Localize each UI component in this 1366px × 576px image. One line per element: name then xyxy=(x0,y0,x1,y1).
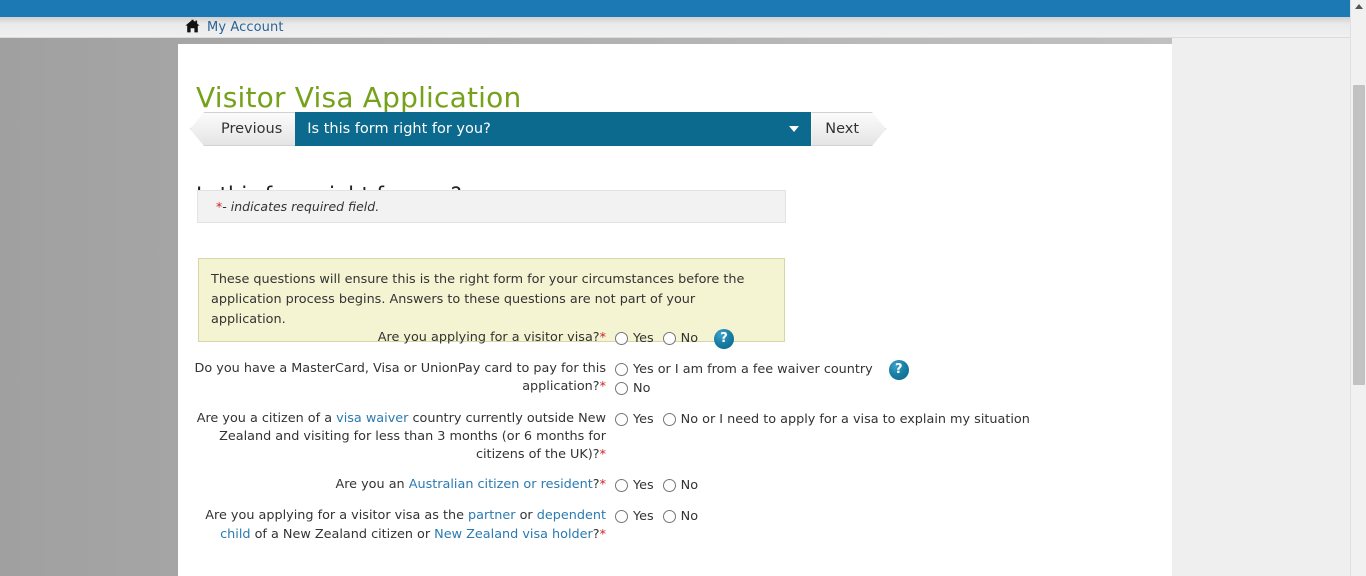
radio-option[interactable]: Yes or I am from a fee waiver country xyxy=(615,362,873,377)
required-field-note: * - indicates required field. xyxy=(197,190,786,223)
question-row: Are you a citizen of a visa waiver count… xyxy=(178,409,1172,464)
questions-form: Are you applying for a visitor visa?* Yes… xyxy=(178,328,1172,555)
inline-help-link[interactable]: New Zealand visa holder xyxy=(434,527,593,542)
radio-option-label[interactable]: No or I need to apply for a visa to expl… xyxy=(681,412,1030,427)
radio-option[interactable]: No xyxy=(662,331,698,346)
question-options: Yes No or I need to apply for a visa to e… xyxy=(606,409,1039,429)
question-options: Yes No xyxy=(606,506,707,526)
help-icon[interactable]: ? xyxy=(888,359,909,380)
radio-option-label[interactable]: No xyxy=(681,331,698,346)
step-select[interactable]: Is this form right for you? xyxy=(295,112,812,146)
next-button-label: Next xyxy=(825,121,860,137)
inline-help-link[interactable]: visa waiver xyxy=(336,411,408,426)
account-bar: My Account xyxy=(0,17,1350,38)
required-note-text: - indicates required field. xyxy=(222,199,380,214)
home-icon xyxy=(185,18,200,37)
option-line: No xyxy=(615,379,909,398)
question-label: Are you applying for a visitor visa?* xyxy=(377,330,606,345)
radio-visitor-visa-yes[interactable] xyxy=(615,332,628,345)
radio-option[interactable]: Yes xyxy=(615,478,654,493)
question-options: Yes or I am from a fee waiver country? No xyxy=(606,359,909,398)
radio-partner-dependent-yes[interactable] xyxy=(615,510,628,524)
next-button[interactable]: Next xyxy=(811,112,886,146)
step-select-value: Is this form right for you? xyxy=(307,121,491,137)
question-options: Yes No xyxy=(606,475,707,495)
radio-option-label[interactable]: Yes xyxy=(633,331,654,346)
option-line: Yes or I am from a fee waiver country? xyxy=(615,359,909,380)
option-line: Yes No xyxy=(615,476,707,495)
help-icon[interactable]: ? xyxy=(714,328,735,349)
radio-payment-card-yes[interactable] xyxy=(615,363,628,376)
radio-option-label[interactable]: No xyxy=(633,381,650,396)
required-asterisk: * xyxy=(599,526,606,542)
step-navigation: Previous Is this form right for you? Nex… xyxy=(190,112,886,146)
option-line: Yes No or I need to apply for a visa to e… xyxy=(615,410,1039,429)
question-label: Are you applying for a visitor visa as t… xyxy=(205,508,606,542)
scrollbar-thumb[interactable] xyxy=(1353,85,1365,385)
question-options: Yes No? xyxy=(606,328,735,349)
question-row: Are you applying for a visitor visa as t… xyxy=(178,506,1172,543)
radio-option[interactable]: No or I need to apply for a visa to expl… xyxy=(662,412,1030,427)
radio-visitor-visa-no[interactable] xyxy=(662,332,676,345)
radio-option-label[interactable]: No xyxy=(681,478,698,493)
radio-option-label[interactable]: No xyxy=(681,509,698,524)
radio-visa-waiver-no[interactable] xyxy=(662,413,676,426)
radio-option[interactable]: Yes xyxy=(615,412,654,427)
question-label: Are you a citizen of a visa waiver count… xyxy=(196,411,606,463)
inline-help-link[interactable]: partner xyxy=(468,508,516,523)
question-label: Do you have a MasterCard, Visa or UnionP… xyxy=(194,361,606,395)
required-asterisk: * xyxy=(599,447,606,463)
question-row: Are you an Australian citizen or residen… xyxy=(178,475,1172,495)
radio-option[interactable]: No xyxy=(662,478,698,493)
previous-button-label: Previous xyxy=(221,121,283,137)
scroll-up-arrow-icon[interactable] xyxy=(1354,4,1363,9)
page-title: Visitor Visa Application xyxy=(196,80,522,114)
top-brand-band xyxy=(0,0,1350,17)
radio-option[interactable]: Yes xyxy=(615,509,654,524)
previous-button[interactable]: Previous xyxy=(190,112,296,146)
page-scrollbar[interactable] xyxy=(1350,0,1366,576)
option-line: Yes No? xyxy=(615,328,735,349)
radio-australian-citizen-yes[interactable] xyxy=(615,479,628,493)
radio-option[interactable]: No xyxy=(662,509,698,524)
radio-option-label[interactable]: Yes xyxy=(633,509,654,524)
option-line: Yes No xyxy=(615,507,707,526)
my-account-link[interactable]: My Account xyxy=(207,20,284,35)
radio-partner-dependent-no[interactable] xyxy=(662,510,676,524)
radio-australian-citizen-no[interactable] xyxy=(662,479,676,493)
content-panel: Visitor Visa Application Previous Is thi… xyxy=(178,44,1172,576)
radio-payment-card-no[interactable] xyxy=(615,382,628,395)
chevron-down-icon xyxy=(789,126,800,132)
question-label: Are you an Australian citizen or residen… xyxy=(335,477,606,493)
radio-option-label[interactable]: Yes or I am from a fee waiver country xyxy=(633,362,873,377)
radio-option[interactable]: Yes xyxy=(615,331,654,346)
radio-option[interactable]: No xyxy=(615,381,650,396)
radio-visa-waiver-yes[interactable] xyxy=(615,413,628,426)
question-row: Do you have a MasterCard, Visa or UnionP… xyxy=(178,359,1172,398)
page-background-right xyxy=(1172,38,1350,576)
inline-help-link[interactable]: Australian citizen or resident xyxy=(409,477,593,492)
radio-option-label[interactable]: Yes xyxy=(633,412,654,427)
radio-option-label[interactable]: Yes xyxy=(633,478,654,493)
question-row: Are you applying for a visitor visa?* Yes… xyxy=(178,328,1172,349)
